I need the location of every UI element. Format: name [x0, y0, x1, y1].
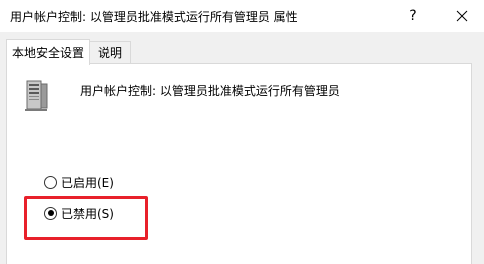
- tab-explain[interactable]: 说明: [89, 41, 131, 63]
- tab-label: 说明: [97, 46, 122, 60]
- tab-label: 本地安全设置: [11, 46, 84, 60]
- help-icon: ?: [409, 8, 417, 24]
- close-icon: [456, 10, 468, 22]
- title-bar: 用户帐户控制: 以管理员批准模式运行所有管理员 属性 ?: [0, 0, 484, 32]
- radio-button[interactable]: [44, 206, 57, 220]
- tab-strip: 本地安全设置 说明: [0, 32, 484, 65]
- window-title: 用户帐户控制: 以管理员批准模式运行所有管理员 属性: [10, 10, 298, 24]
- close-button[interactable]: [440, 0, 484, 32]
- help-button[interactable]: ?: [398, 0, 428, 32]
- radio-disabled[interactable]: 已禁用(S): [44, 204, 114, 222]
- radio-label: 已禁用(S): [61, 206, 114, 221]
- policy-name: 用户帐户控制: 以管理员批准模式运行所有管理员: [80, 84, 340, 98]
- radio-label: 已启用(E): [61, 175, 114, 190]
- radio-enabled[interactable]: 已启用(E): [44, 173, 114, 191]
- tab-local-security-setting[interactable]: 本地安全设置: [6, 39, 90, 65]
- server-policy-icon: [25, 80, 48, 111]
- properties-dialog: 用户帐户控制: 以管理员批准模式运行所有管理员 属性 ? 本地安全设置 说明 用…: [0, 0, 484, 264]
- radio-button[interactable]: [44, 175, 57, 189]
